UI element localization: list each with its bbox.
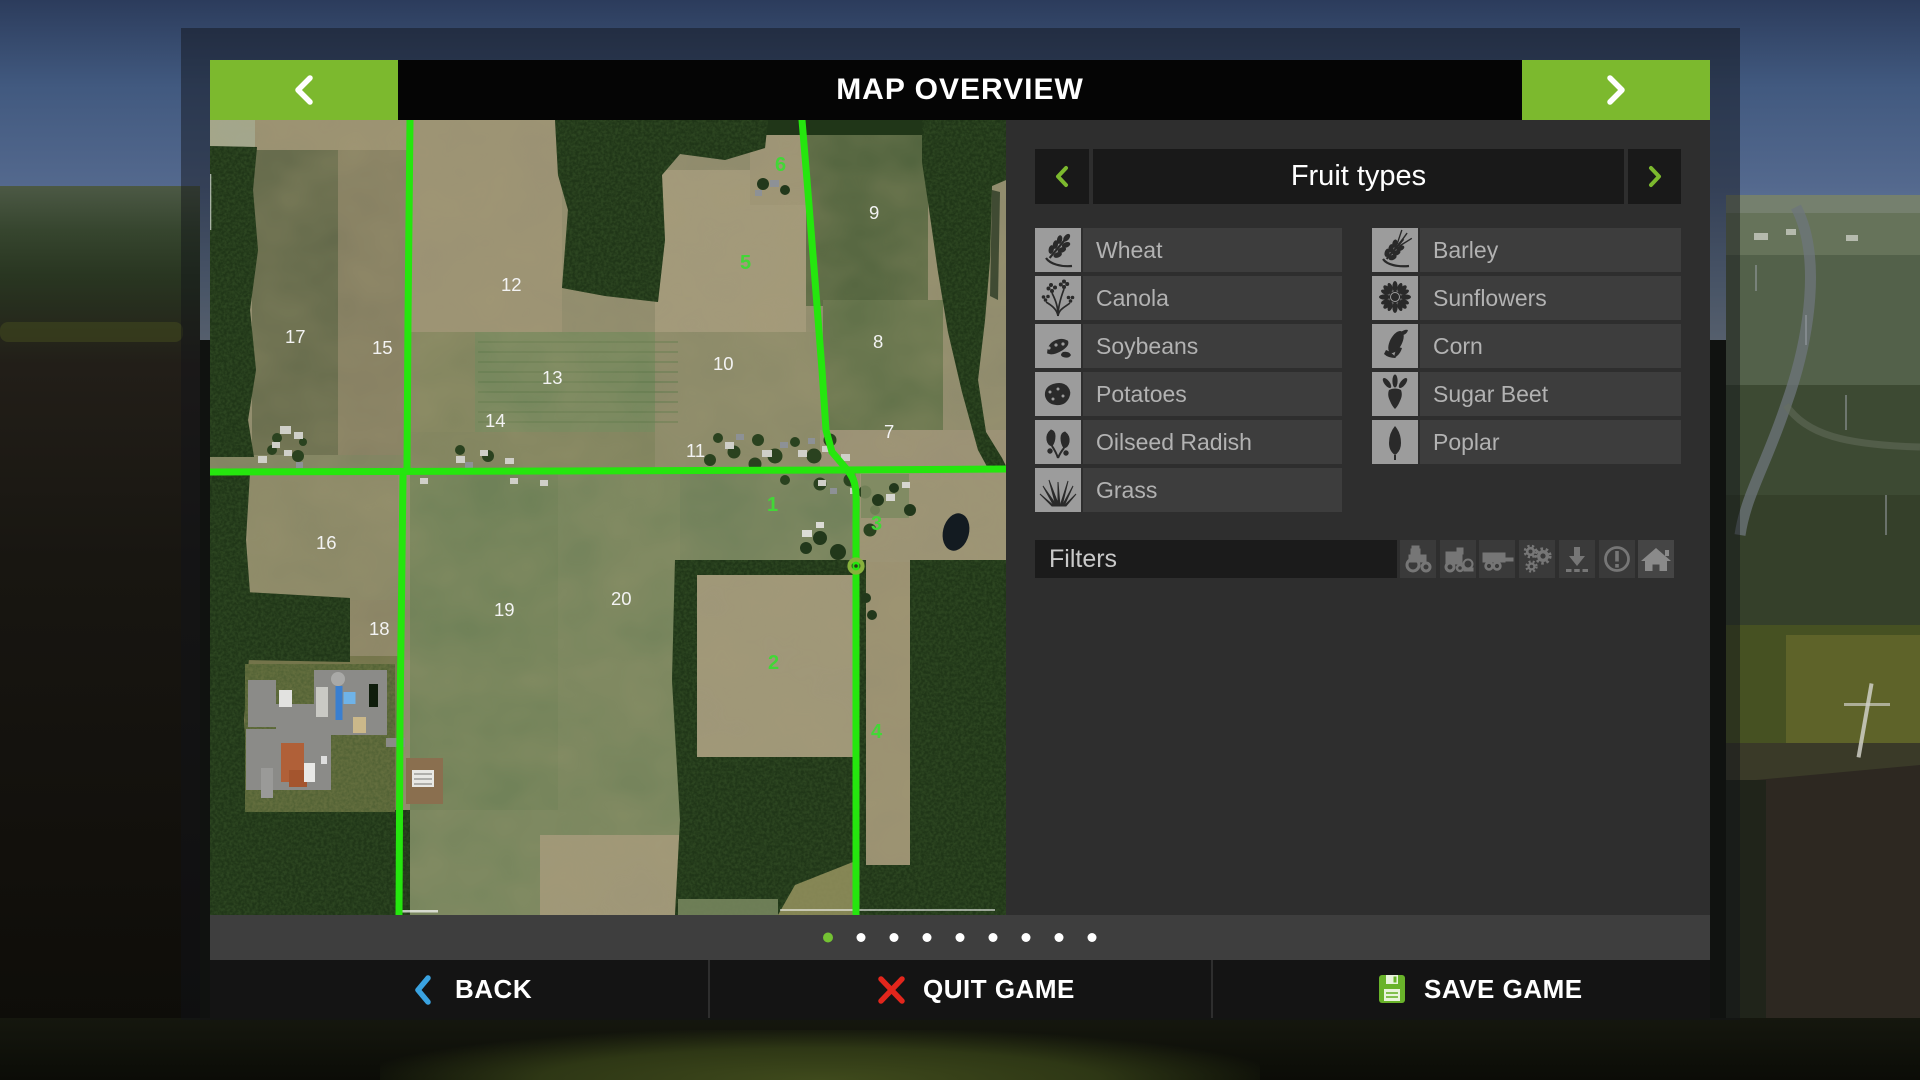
svg-text:3: 3 xyxy=(871,513,882,535)
svg-text:2: 2 xyxy=(768,652,779,674)
svg-text:12: 12 xyxy=(501,274,522,295)
svg-text:15: 15 xyxy=(372,337,393,358)
svg-text:7: 7 xyxy=(884,421,894,442)
svg-text:4: 4 xyxy=(871,721,883,743)
svg-text:17: 17 xyxy=(285,326,306,347)
svg-text:20: 20 xyxy=(611,588,632,609)
svg-text:8: 8 xyxy=(873,331,883,352)
svg-text:6: 6 xyxy=(775,154,786,176)
svg-text:10: 10 xyxy=(713,353,734,374)
svg-text:18: 18 xyxy=(369,618,390,639)
svg-text:16: 16 xyxy=(316,532,337,553)
svg-text:13: 13 xyxy=(542,367,563,388)
svg-text:9: 9 xyxy=(869,202,879,223)
svg-text:14: 14 xyxy=(485,410,506,431)
svg-text:1: 1 xyxy=(767,494,778,516)
svg-text:11: 11 xyxy=(686,440,705,461)
svg-text:5: 5 xyxy=(740,252,751,274)
svg-text:19: 19 xyxy=(494,599,515,620)
